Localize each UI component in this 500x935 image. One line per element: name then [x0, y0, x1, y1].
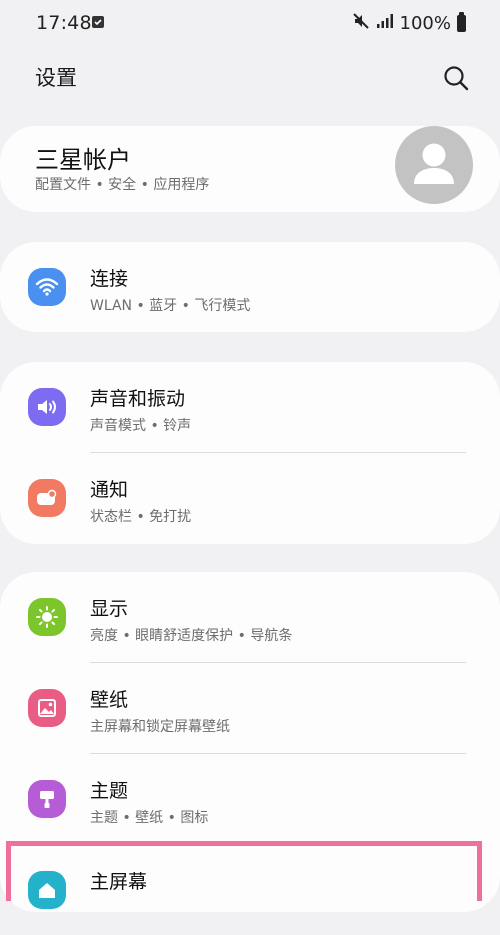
settings-item-title: 通知	[90, 479, 129, 501]
account-subtitle: 配置文件 • 安全 • 应用程序	[35, 177, 210, 193]
status-icons: 100%	[352, 12, 466, 35]
settings-item-sound[interactable]: 声音和振动 声音模式 • 铃声	[0, 362, 500, 452]
mute-icon	[352, 12, 370, 35]
status-time: 17:48	[36, 12, 92, 34]
notification-icon	[28, 479, 66, 517]
person-icon[interactable]	[395, 126, 473, 204]
wifi-icon	[28, 268, 66, 306]
theme-icon	[28, 780, 66, 818]
settings-item-subtitle: 主屏幕和锁定屏幕壁纸	[90, 719, 230, 735]
samsung-account-card[interactable]: 三星帐户 配置文件 • 安全 • 应用程序	[0, 126, 500, 212]
settings-item-connections[interactable]: 连接 WLAN • 蓝牙 • 飞行模式	[0, 242, 500, 332]
settings-item-subtitle: 亮度 • 眼睛舒适度保护 • 导航条	[90, 628, 293, 644]
connections-group: 连接 WLAN • 蓝牙 • 飞行模式	[0, 242, 500, 332]
volume-icon	[28, 388, 66, 426]
settings-item-title: 连接	[90, 268, 129, 290]
status-bar: 17:48 100%	[0, 0, 500, 48]
check-box-icon	[92, 16, 104, 28]
settings-item-wallpaper[interactable]: 壁纸 主屏幕和锁定屏幕壁纸	[0, 663, 500, 753]
settings-item-title: 壁纸	[90, 689, 129, 711]
highlight-frame	[6, 841, 482, 901]
signal-icon	[376, 13, 394, 34]
settings-item-subtitle: 声音模式 • 铃声	[90, 418, 192, 434]
battery-level: 100%	[399, 13, 451, 34]
settings-item-subtitle: 主题 • 壁纸 • 图标	[90, 810, 209, 826]
settings-item-title: 主题	[90, 780, 129, 802]
sound-notification-group: 声音和振动 声音模式 • 铃声 通知 状态栏 • 免打扰	[0, 362, 500, 544]
account-title: 三星帐户	[35, 146, 131, 174]
settings-item-subtitle: WLAN • 蓝牙 • 飞行模式	[90, 298, 251, 314]
settings-item-notifications[interactable]: 通知 状态栏 • 免打扰	[0, 453, 500, 543]
page-title: 设置	[35, 66, 77, 90]
wallpaper-icon	[28, 689, 66, 727]
settings-item-subtitle: 状态栏 • 免打扰	[90, 509, 192, 525]
settings-item-display[interactable]: 显示 亮度 • 眼睛舒适度保护 • 导航条	[0, 572, 500, 662]
search-icon[interactable]	[442, 64, 470, 92]
battery-icon	[457, 12, 466, 32]
settings-item-themes[interactable]: 主题 主题 • 壁纸 • 图标	[0, 754, 500, 844]
settings-item-title: 声音和振动	[90, 388, 186, 410]
settings-item-title: 显示	[90, 598, 129, 620]
app-header: 设置	[0, 52, 500, 104]
brightness-icon	[28, 598, 66, 636]
